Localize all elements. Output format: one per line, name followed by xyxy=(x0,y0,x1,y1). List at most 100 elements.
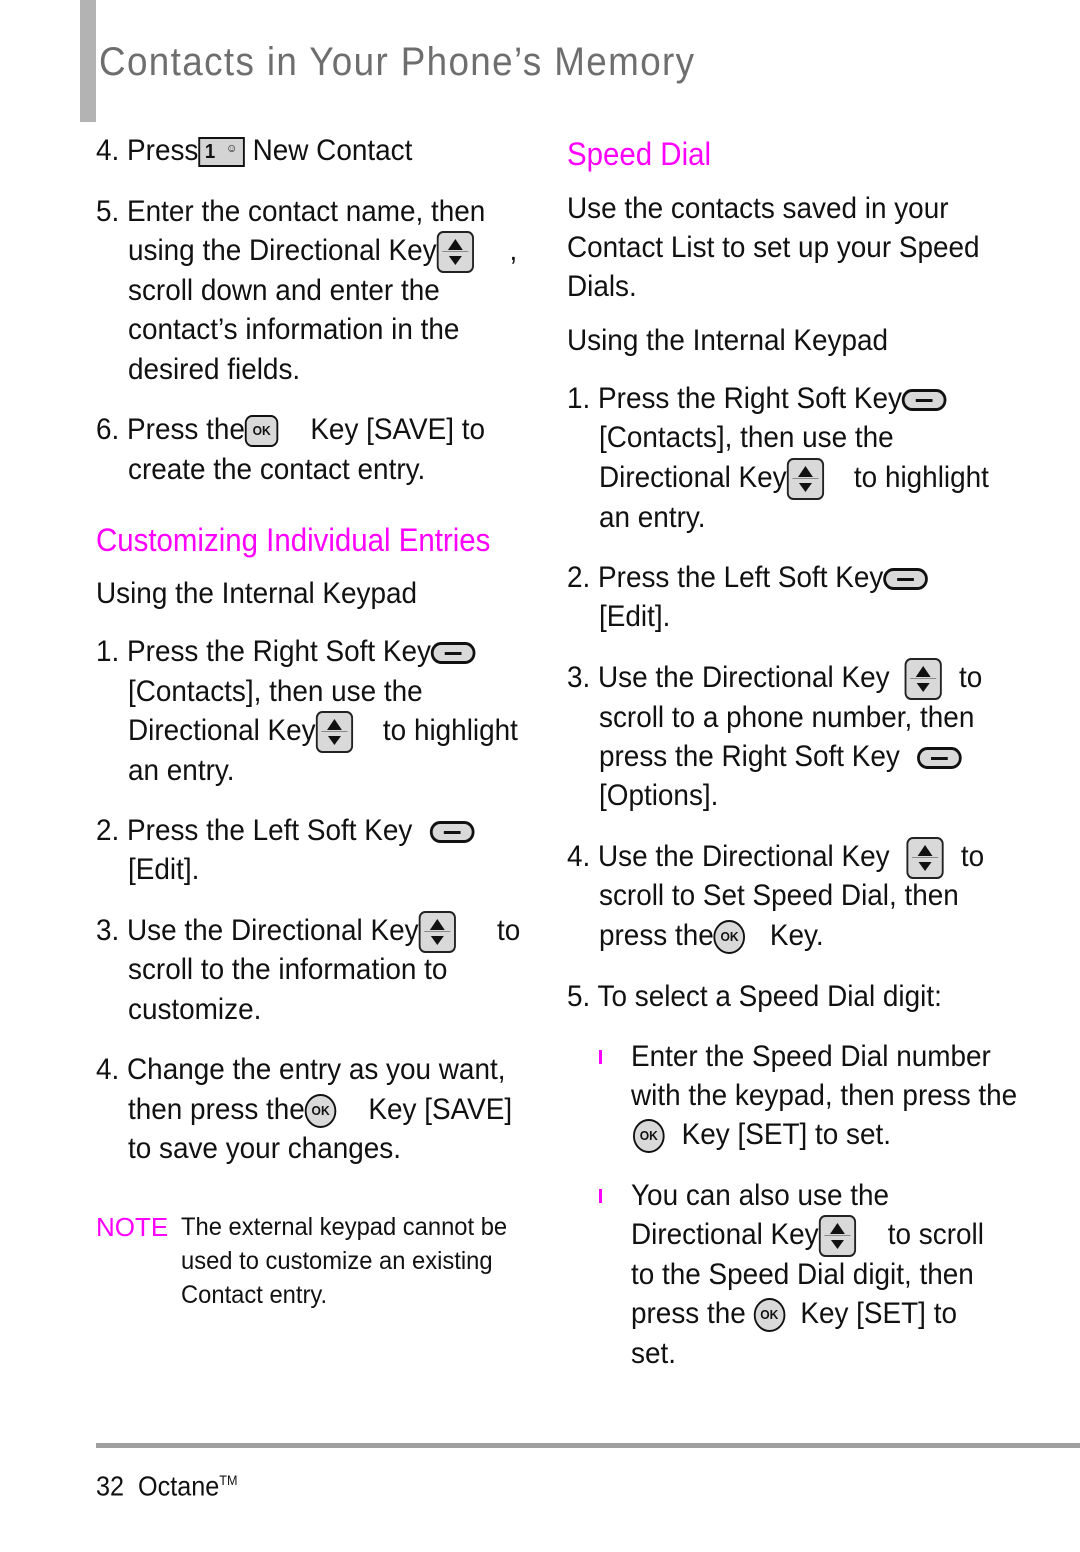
ok-key-icon: OK xyxy=(713,920,746,955)
speed-dial-intro-line-1: Use the contacts saved in your xyxy=(567,192,949,225)
ok-key-icon: OK xyxy=(753,1298,786,1333)
note-line-1: The external keypad cannot be xyxy=(181,1213,508,1241)
right-step-1-line-3: Directional Key to highlight xyxy=(599,458,989,501)
step-number: 6. xyxy=(96,413,120,446)
left-step-5-line-3: scroll down and enter the xyxy=(128,274,440,307)
left-step-4: 4. Press 1 ☺ New Contact xyxy=(96,131,412,171)
step-text: Key [SAVE] xyxy=(368,1093,513,1126)
step-number: 4. xyxy=(96,1053,120,1086)
step-number: 3. xyxy=(96,914,120,947)
title-side-bar xyxy=(80,0,96,122)
page-number: 32 xyxy=(96,1470,125,1502)
step-number: 5. xyxy=(567,980,591,1013)
step-text: to xyxy=(959,661,983,694)
directional-key-icon xyxy=(904,658,942,701)
step-text: Use the Directional Key xyxy=(127,914,419,947)
left-soft-key-icon xyxy=(429,821,475,844)
step-text: press the Right Soft Key xyxy=(599,740,900,773)
step-text: Directional Key xyxy=(128,714,316,747)
directional-key-icon xyxy=(906,837,944,880)
step-text: press the xyxy=(631,1297,746,1330)
right-soft-key-icon xyxy=(901,389,947,412)
step-text: to scroll xyxy=(887,1218,984,1251)
subheading-internal-keypad-left: Using the Internal Keypad xyxy=(96,577,418,610)
directional-key-icon xyxy=(436,231,474,274)
step-number: 4. xyxy=(96,134,120,167)
left-cust-step-2-line-2: [Edit]. xyxy=(128,853,200,886)
left-step-5-line-2: using the Directional Key , xyxy=(128,231,518,274)
bullet-1-line-1: Enter the Speed Dial number xyxy=(631,1040,991,1073)
ok-key-icon: OK xyxy=(633,1119,665,1154)
right-step-2-line-2: [Edit]. xyxy=(599,600,671,633)
page-title: Contacts in Your Phone’s Memory xyxy=(99,40,696,84)
bullet-1-line-2: with the keypad, then press the xyxy=(631,1079,1018,1112)
directional-key-icon xyxy=(786,458,824,501)
right-step-2-line-1: 2. Press the Left Soft Key xyxy=(567,558,929,598)
step-number: 1. xyxy=(96,635,120,668)
step-text: then press the xyxy=(128,1093,305,1126)
left-cust-step-1-line-2: [Contacts], then use the xyxy=(128,675,423,708)
bullet-2-line-2: Directional Key to scroll xyxy=(631,1215,984,1258)
left-cust-step-1-line-3: Directional Key to highlight xyxy=(128,711,518,754)
footer-rule xyxy=(96,1443,1080,1448)
right-soft-key-icon xyxy=(916,747,962,770)
speed-dial-intro-line-3: Dials. xyxy=(567,270,637,303)
step-number: 3. xyxy=(567,661,591,694)
step-text: to highlight xyxy=(853,461,989,494)
left-cust-step-3-line-2: scroll to the information to xyxy=(128,953,448,986)
step-text: to highlight xyxy=(382,714,518,747)
directional-key-icon xyxy=(418,911,456,954)
ok-key-icon: OK xyxy=(244,415,279,448)
key-1-contacts-icon: 1 ☺ xyxy=(198,137,245,168)
left-cust-step-4-line-3: to save your changes. xyxy=(128,1132,401,1165)
step-text: Key [SAVE] to xyxy=(310,413,486,446)
directional-key-icon xyxy=(818,1215,856,1258)
directional-key-icon xyxy=(315,711,353,754)
step-text: Press the Left Soft Key xyxy=(598,561,884,594)
step-text: Directional Key xyxy=(631,1218,819,1251)
bullet-1-line-3: OK Key [SET] to set. xyxy=(633,1115,891,1155)
step-text: New Contact xyxy=(252,134,413,167)
right-step-3-line-2: scroll to a phone number, then xyxy=(599,701,975,734)
bullet-2-line-4: press the OK Key [SET] to xyxy=(631,1294,957,1334)
left-cust-step-4-line-2: then press the OK Key [SAVE] xyxy=(128,1090,512,1130)
speed-dial-intro-line-2: Contact List to set up your Speed xyxy=(567,231,980,264)
note-line-3: Contact entry. xyxy=(181,1281,328,1309)
step-text: to xyxy=(497,914,521,947)
right-step-3-line-3: press the Right Soft Key xyxy=(599,737,962,777)
left-step-5-line-1: 5. Enter the contact name, then xyxy=(96,192,485,232)
step-text: Press the Right Soft Key xyxy=(598,382,902,415)
bullet-marker xyxy=(599,1050,602,1064)
step-text: Press the Right Soft Key xyxy=(127,635,431,668)
step-text: Key [SET] to set. xyxy=(681,1118,892,1151)
step-text: Use the Directional Key xyxy=(598,840,890,873)
right-step-3-line-1: 3. Use the Directional Key to xyxy=(567,658,983,701)
section-heading-customizing: Customizing Individual Entries xyxy=(96,522,491,558)
step-text: Enter the contact name, then xyxy=(127,195,486,228)
step-number: 5. xyxy=(96,195,120,228)
step-number: 1. xyxy=(567,382,591,415)
step-number: 2. xyxy=(96,814,120,847)
left-cust-step-4-line-1: 4. Change the entry as you want, xyxy=(96,1050,505,1090)
right-step-5: 5. To select a Speed Dial digit: xyxy=(567,977,942,1017)
step-text: Directional Key xyxy=(599,461,787,494)
left-cust-step-1-line-1: 1. Press the Right Soft Key xyxy=(96,632,476,672)
bullet-marker xyxy=(599,1189,602,1203)
left-step-6-line-2: create the contact entry. xyxy=(128,453,426,486)
step-number: 4. xyxy=(567,840,591,873)
left-cust-step-3-line-3: customize. xyxy=(128,993,262,1026)
product-name: Octane xyxy=(138,1470,220,1502)
step-text: , xyxy=(509,234,518,267)
page-footer: 32 OctaneTM xyxy=(96,1462,237,1504)
note-label: NOTE xyxy=(96,1212,169,1242)
right-step-4-line-1: 4. Use the Directional Key to xyxy=(567,837,984,880)
right-step-4-line-2: scroll to Set Speed Dial, then xyxy=(599,879,959,912)
subheading-internal-keypad-right: Using the Internal Keypad xyxy=(567,324,889,357)
step-text: To select a Speed Dial digit: xyxy=(597,980,942,1013)
left-step-5-line-5: desired fields. xyxy=(128,353,301,386)
left-step-5-line-4: contact’s information in the xyxy=(128,313,460,346)
left-cust-step-2-line-1: 2. Press the Left Soft Key xyxy=(96,811,475,851)
section-heading-speed-dial: Speed Dial xyxy=(567,136,712,172)
step-text: Use the Directional Key xyxy=(598,661,890,694)
left-step-6-line-1: 6. Press the OK Key [SAVE] to xyxy=(96,410,485,450)
